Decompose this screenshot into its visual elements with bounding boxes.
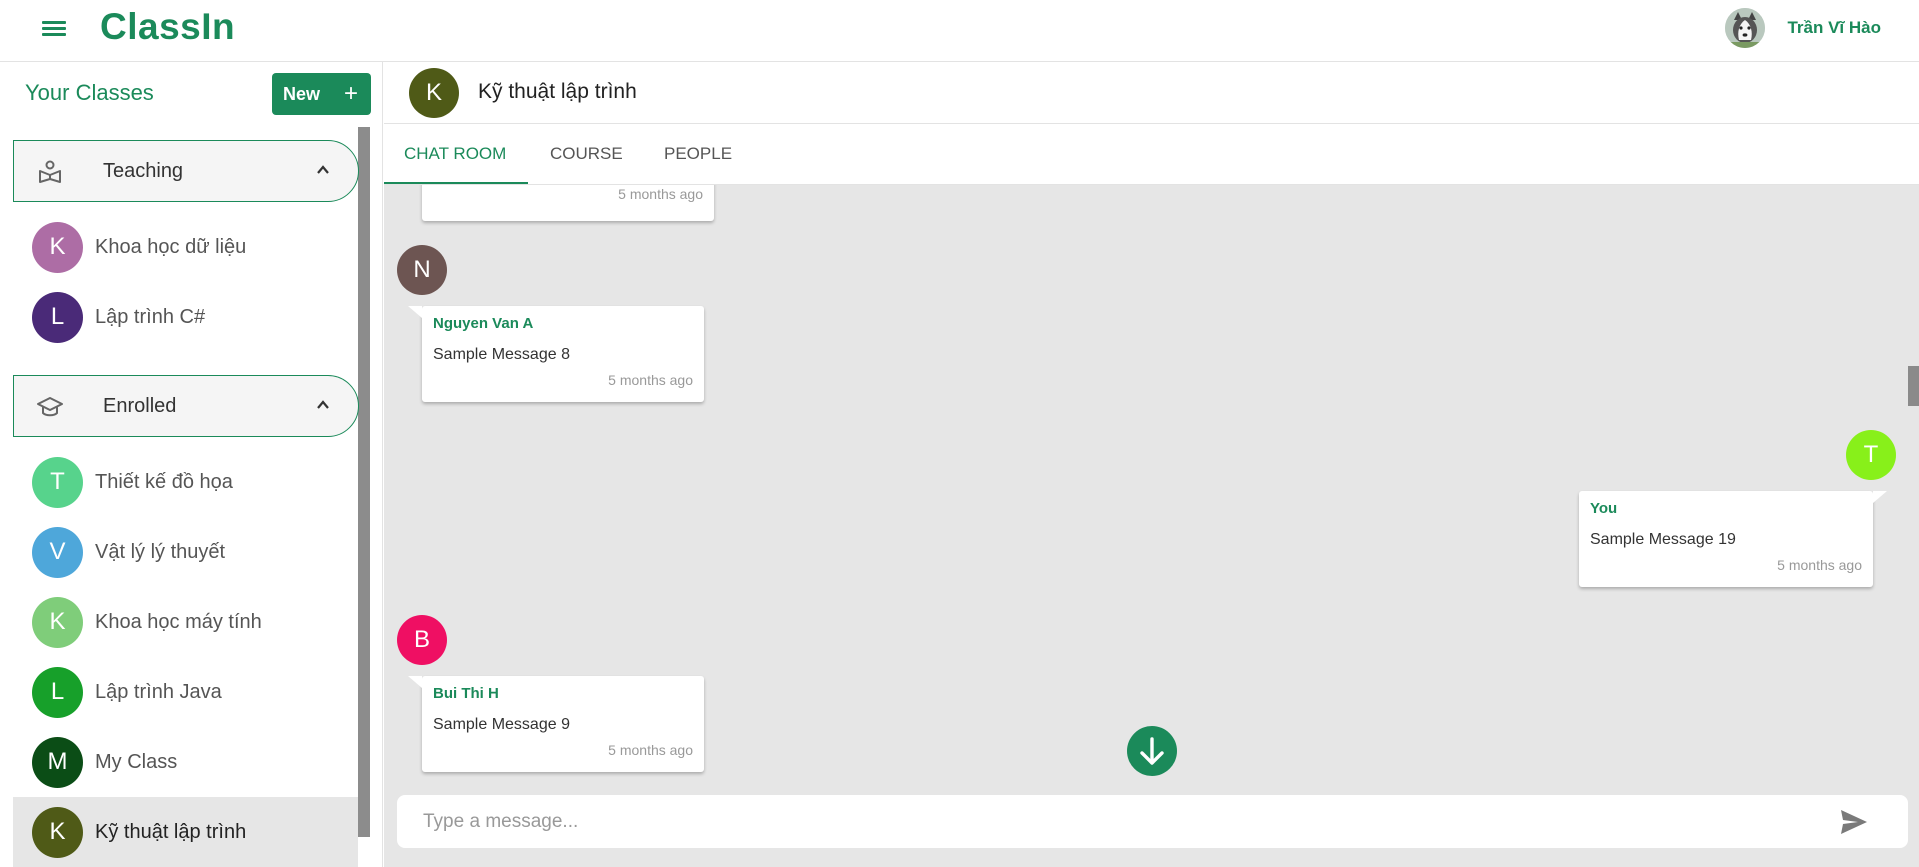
user-profile[interactable]: Trần Vĩ Hào [1725,8,1881,48]
active-tab-indicator [384,182,528,184]
arrow-down-icon [1140,737,1164,765]
class-name: Kỹ thuật lập trình [95,820,247,843]
sidebar-scrollbar[interactable] [358,127,370,837]
message-composer [397,795,1908,848]
message-input[interactable] [423,807,1803,837]
tab-people[interactable]: PEOPLE [664,144,732,164]
message-time: 5 months ago [608,372,693,388]
new-button-label: New [283,83,321,104]
section-label: Enrolled [103,394,177,417]
class-name: Khoa học máy tính [95,610,262,633]
app-brand[interactable]: ClassIn [100,6,235,48]
husky-dog-avatar-icon [1725,8,1766,48]
teacher-icon [39,160,61,183]
class-item[interactable]: L Lập trình Java [13,657,358,727]
chevron-up-icon[interactable] [316,163,330,177]
message-bubble: Nguyen Van A Sample Message 8 5 months a… [408,306,704,402]
message-bubble: You Sample Message 19 5 months ago [1579,491,1887,587]
message-text: Sample Message 9 [433,716,570,733]
class-item[interactable]: M My Class [13,727,358,797]
tab-bar: CHAT ROOM COURSE PEOPLE [384,124,1919,185]
chat-scrollbar[interactable] [1908,366,1919,406]
sender-avatar: B [397,615,447,665]
scroll-to-bottom-button[interactable] [1127,726,1177,776]
graduation-cap-icon [37,397,63,417]
bubble-tail [408,306,422,318]
send-icon[interactable] [1840,809,1868,835]
class-item[interactable]: T Thiết kế đồ họa [13,447,358,517]
hamburger-menu-icon[interactable] [42,18,66,38]
class-header: K Kỹ thuật lập trình [384,62,1919,124]
class-item[interactable]: L Lập trình C# [13,282,358,352]
class-name: My Class [95,750,178,773]
message-text: Sample Message 19 [1590,531,1736,548]
message-sender: You [1590,500,1618,517]
class-avatar: M [32,736,83,788]
message-sender: Nguyen Van A [433,315,534,332]
bubble-tail [1873,491,1887,503]
class-name: Lập trình Java [95,680,222,703]
class-title: Kỹ thuật lập trình [478,80,637,103]
class-avatar: K [32,806,83,858]
chevron-up-icon[interactable] [316,398,330,412]
message-sender: Bui Thi H [433,685,499,702]
class-item[interactable]: V Vật lý lý thuyết [13,517,358,587]
class-item[interactable]: K Khoa học dữ liệu [13,212,358,282]
class-avatar: V [32,526,83,578]
message-time: 5 months ago [1777,557,1862,573]
message-time: 5 months ago [608,742,693,758]
sidebar-title: Your Classes [25,80,154,105]
new-class-button[interactable]: New + [272,73,371,115]
message-time: 5 months ago [618,186,703,202]
plus-icon: + [343,80,358,107]
section-teaching[interactable]: Teaching [13,140,359,202]
bubble-tail [408,676,422,688]
class-name: Lập trình C# [95,305,206,328]
class-item-active[interactable]: K Kỹ thuật lập trình [13,797,358,867]
message-bubble: Bui Thi H Sample Message 9 5 months ago [408,676,704,772]
class-avatar: K [32,221,83,273]
class-avatar: K [409,68,459,118]
class-avatar: K [32,596,83,648]
sender-avatar: N [397,245,447,295]
class-avatar: L [32,291,83,343]
section-label: Teaching [103,159,184,182]
class-avatar: T [32,456,83,508]
tab-course[interactable]: COURSE [550,144,623,164]
message-bubble: 5 months ago [422,185,714,221]
user-avatar[interactable] [1725,8,1766,48]
class-avatar: L [32,666,83,718]
class-name: Vật lý lý thuyết [95,540,226,563]
message-text: Sample Message 8 [433,346,570,363]
sidebar: Your Classes New + Teaching K Khoa học d… [0,62,383,867]
sender-avatar: T [1846,430,1896,480]
section-enrolled[interactable]: Enrolled [13,375,359,437]
class-name: Thiết kế đồ họa [95,470,233,493]
top-app-bar: ClassIn Trần Vĩ Hào [0,0,1919,62]
tab-chat-room[interactable]: CHAT ROOM [404,144,506,164]
chat-area[interactable]: 5 months ago N Nguyen Van A Sample Messa… [384,185,1919,867]
user-name[interactable]: Trần Vĩ Hào [1787,18,1881,38]
class-name: Khoa học dữ liệu [95,235,247,258]
class-item[interactable]: K Khoa học máy tính [13,587,358,657]
